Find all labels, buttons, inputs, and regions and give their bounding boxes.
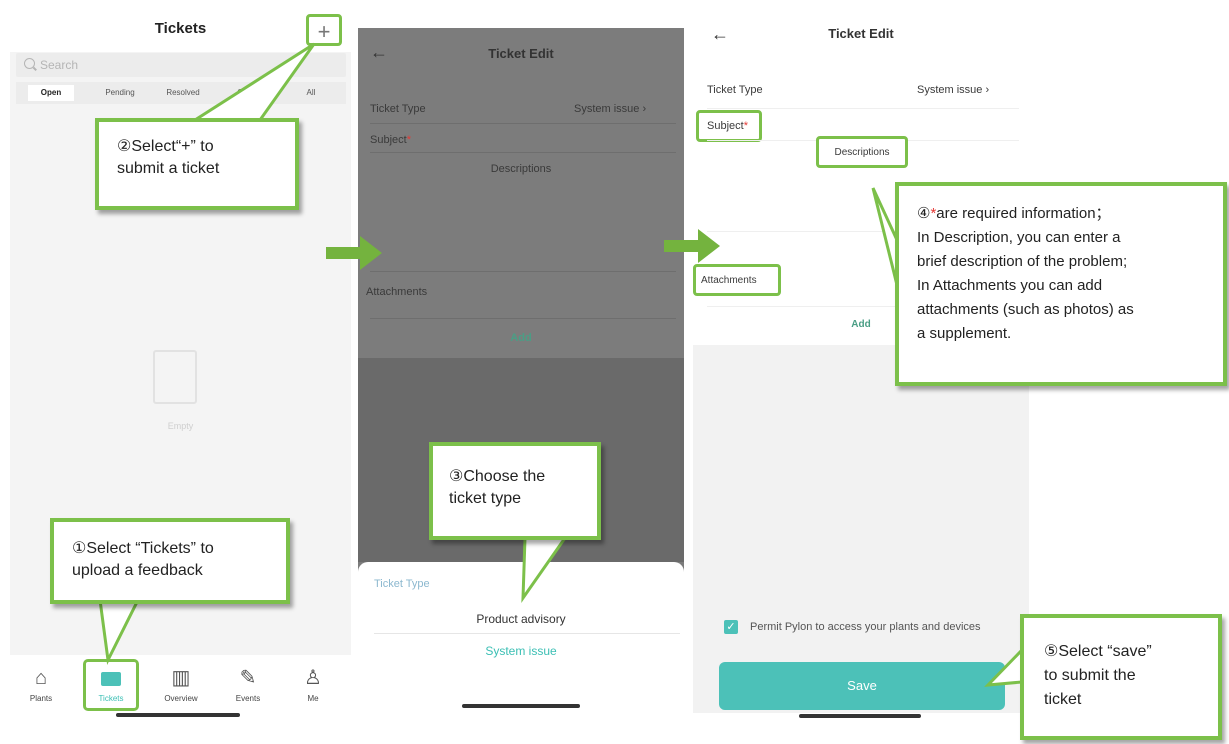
callout-step-5-line-3: ticket [1044,691,1082,708]
callout-step-2: ②Select“+” to submit a ticket [95,118,299,210]
callout-step-4: ④*are required information； In Descripti… [895,182,1227,386]
callout-step-3-line-2: ticket type [449,490,522,507]
callout-step-2-line-2: submit a ticket [117,160,220,177]
callout-step-4-line-2: In Description, you can enter a [917,229,1121,246]
callout-step-5-line-2: to submit the [1044,667,1136,684]
callout-step-5-line-1: ⑤Select “save” [1044,643,1152,660]
callout-step-1-line-2: upload a feedback [72,562,203,579]
callout-step-4-line-3: brief description of the problem; [917,253,1128,270]
callout-step-4-line-1: ④*are required information； [917,205,1111,222]
callout-step-4-line-4: In Attachments you can add [917,277,1103,294]
callout-step-4-line-6: a supplement. [917,325,1012,342]
callout-step-1-line-1: ①Select “Tickets” to [72,540,214,557]
callout-step-2-line-1: ②Select“+” to [117,138,214,155]
callout-step-4-line-5: attachments (such as photos) as [917,301,1134,318]
callout-step-1: ①Select “Tickets” to upload a feedback [50,518,290,604]
callout-step-3-line-1: ③Choose the [449,468,546,485]
callout-step-3: ③Choose the ticket type [429,442,601,540]
callout-step-5: ⑤Select “save” to submit the ticket [1020,614,1222,740]
